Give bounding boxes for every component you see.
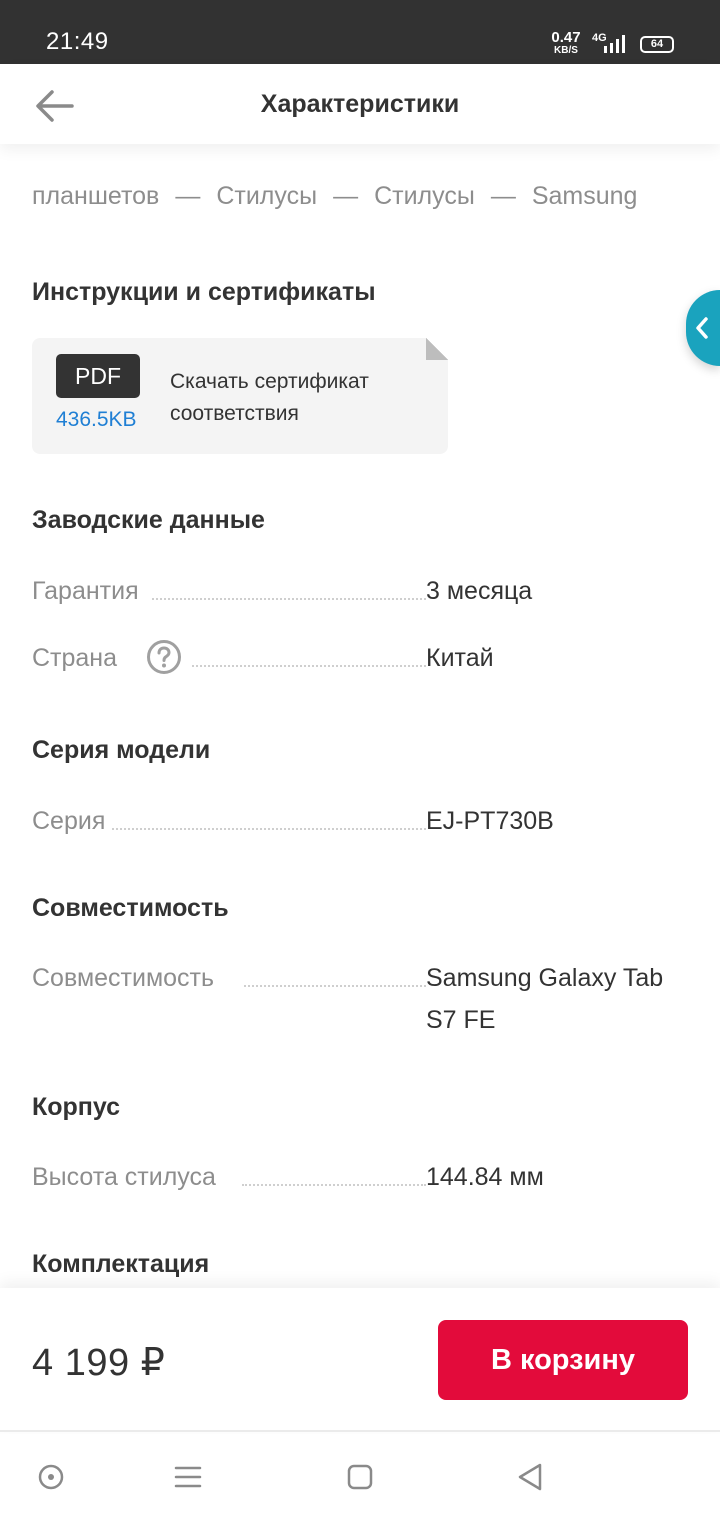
breadcrumb-separator: — xyxy=(333,182,359,210)
network-speed-unit: KB/S xyxy=(554,45,578,56)
breadcrumb-item[interactable]: Samsung xyxy=(532,182,638,210)
breadcrumb: планшетов — Стилусы — Стилусы — Samsung xyxy=(32,182,692,211)
spec-label: Страна xyxy=(32,644,118,672)
spec-label: Серия xyxy=(32,807,106,835)
system-nav-bar xyxy=(0,1434,720,1520)
dotted-leader xyxy=(244,985,426,987)
network-speed-value: 0.47 xyxy=(551,29,581,46)
spec-value: 144.84 мм xyxy=(426,1163,544,1191)
status-bar: 21:49 0.47 KB/S 4G 64 xyxy=(0,0,720,64)
breadcrumb-item[interactable]: планшетов xyxy=(32,182,159,210)
download-certificate-link[interactable]: Скачать сертификат соответствия xyxy=(170,366,420,430)
dotted-leader xyxy=(192,665,426,667)
purchase-bar: 4 199 ₽ В корзину xyxy=(0,1288,720,1432)
file-size: 436.5KB xyxy=(56,408,137,431)
section-title-documents: Инструкции и сертификаты xyxy=(32,278,376,306)
status-time: 21:49 xyxy=(46,28,109,55)
app-header: Характеристики xyxy=(0,64,720,144)
product-price: 4 199 ₽ xyxy=(32,1342,166,1384)
page-fold-icon xyxy=(426,338,448,360)
pdf-badge: PDF xyxy=(56,354,140,398)
dotted-leader xyxy=(242,1184,426,1186)
breadcrumb-item[interactable]: Стилусы xyxy=(374,182,475,210)
side-panel-tab[interactable] xyxy=(686,290,720,366)
spec-label: Высота стилуса xyxy=(32,1163,216,1191)
add-to-cart-button[interactable]: В корзину xyxy=(438,1320,688,1400)
assistant-icon[interactable] xyxy=(34,1460,68,1494)
section-title-factory: Заводские данные xyxy=(32,506,265,534)
back-nav-icon[interactable] xyxy=(513,1460,547,1494)
dotted-leader xyxy=(152,598,426,600)
menu-icon[interactable] xyxy=(171,1460,205,1494)
spec-value: Китай xyxy=(426,644,494,672)
chevron-left-icon xyxy=(696,317,708,339)
breadcrumb-separator: — xyxy=(175,182,201,210)
spec-label: Совместимость xyxy=(32,964,215,992)
page-title: Характеристики xyxy=(260,90,460,118)
dotted-leader xyxy=(112,828,426,830)
section-title-package: Комплектация xyxy=(32,1250,210,1278)
network-speed: 0.47 KB/S xyxy=(549,30,583,56)
section-title-body: Корпус xyxy=(32,1093,121,1121)
signal-icon xyxy=(604,35,625,53)
section-title-compatibility: Совместимость xyxy=(32,894,229,922)
spec-value: 3 месяца xyxy=(426,577,533,605)
certificate-download-card[interactable]: PDF 436.5KB Скачать сертификат соответст… xyxy=(32,338,448,454)
help-icon[interactable] xyxy=(146,639,182,675)
home-icon[interactable] xyxy=(343,1460,377,1494)
section-title-series: Серия модели xyxy=(32,736,211,764)
spec-label: Гарантия xyxy=(32,577,139,605)
spec-value: EJ-PT730B xyxy=(426,807,554,835)
battery-icon: 64 xyxy=(640,36,674,53)
breadcrumb-separator: — xyxy=(490,182,516,210)
spec-value: Samsung Galaxy Tab S7 FE xyxy=(426,964,664,1034)
breadcrumb-item[interactable]: Стилусы xyxy=(216,182,317,210)
